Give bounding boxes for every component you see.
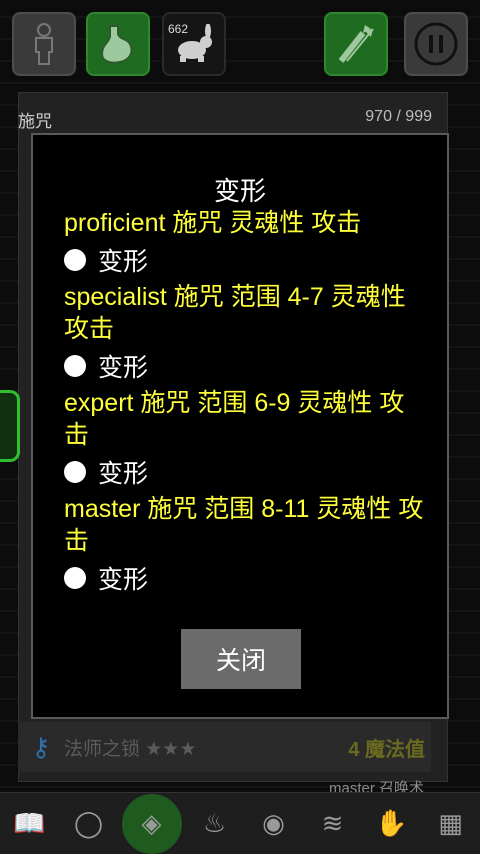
panel-count: 970 / 999 bbox=[365, 108, 432, 125]
hunger-button[interactable] bbox=[86, 12, 150, 76]
option-label: 变形 bbox=[98, 354, 149, 382]
radio-icon[interactable] bbox=[64, 567, 86, 589]
gloves-button[interactable]: ✋ bbox=[366, 798, 418, 850]
character-icon bbox=[35, 23, 53, 65]
close-button[interactable]: 关闭 bbox=[181, 629, 301, 689]
speed-count: 662 bbox=[168, 22, 189, 36]
quiver-icon bbox=[338, 25, 374, 63]
level-entry: proficient 施咒 灵魂性 攻击 变形 bbox=[64, 207, 424, 281]
haste-button[interactable]: 662 bbox=[162, 12, 226, 76]
pause-button[interactable] bbox=[404, 12, 468, 76]
eye-button[interactable]: ◉ bbox=[248, 798, 300, 850]
circle-icon: ◯ bbox=[73, 808, 104, 838]
level-description: expert 施咒 范围 6-9 灵魂性 攻击 bbox=[64, 389, 405, 449]
level-entry: expert 施咒 范围 6-9 灵魂性 攻击 变形 bbox=[64, 387, 424, 493]
spellbook-icon: 📖 bbox=[13, 808, 46, 838]
spell-dialog: 变形 proficient 施咒 灵魂性 攻击 变形 specialist 施咒… bbox=[31, 133, 449, 719]
stomach-icon bbox=[100, 25, 133, 64]
level-description: proficient 施咒 灵魂性 攻击 bbox=[64, 209, 362, 237]
quiver-button[interactable] bbox=[324, 12, 388, 76]
pause-icon bbox=[414, 22, 458, 66]
level-description: specialist 施咒 范围 4-7 灵魂性 攻击 bbox=[64, 283, 406, 343]
campfire-button[interactable]: ♨ bbox=[189, 798, 241, 850]
wave-icon: ≋ bbox=[321, 808, 344, 838]
spell-row[interactable]: ⚷ 法师之锁 ★★★ 4 魔法值 bbox=[18, 722, 431, 772]
bottom-toolbar: 📖 ◯ ◈ ♨ ◉ ≋ ✋ ▦ bbox=[0, 792, 480, 854]
level-entry: specialist 施咒 范围 4-7 灵魂性 攻击 变形 bbox=[64, 281, 424, 387]
spell-row-name: 法师之锁 ★★★ bbox=[64, 738, 197, 760]
map-button[interactable]: ▦ bbox=[425, 798, 477, 850]
option-label: 变形 bbox=[98, 460, 149, 488]
campfire-icon: ♨ bbox=[202, 808, 227, 838]
rune-icon: ◈ bbox=[141, 808, 162, 838]
gloves-icon: ✋ bbox=[375, 808, 408, 838]
spell-row-value: 4 魔法值 bbox=[348, 738, 425, 761]
eye-icon: ◉ bbox=[262, 808, 285, 838]
level-entry: master 施咒 范围 8-11 灵魂性 攻击 变形 bbox=[64, 493, 424, 599]
character-button[interactable] bbox=[12, 12, 76, 76]
radio-icon[interactable] bbox=[64, 461, 86, 483]
map-icon: ▦ bbox=[438, 808, 463, 838]
option-label: 变形 bbox=[98, 566, 149, 594]
panel-title: 施咒 bbox=[18, 112, 52, 131]
transform-option[interactable]: 变形 bbox=[64, 557, 424, 599]
transform-option[interactable]: 变形 bbox=[64, 451, 424, 493]
transform-option[interactable]: 变形 bbox=[64, 239, 424, 281]
rune-button[interactable]: ◈ bbox=[121, 793, 182, 854]
option-label: 变形 bbox=[98, 248, 149, 276]
side-handle[interactable] bbox=[0, 390, 20, 462]
spellbook-button[interactable]: 📖 bbox=[4, 798, 56, 850]
key-icon: ⚷ bbox=[31, 731, 51, 762]
radio-icon[interactable] bbox=[64, 355, 86, 377]
level-description: master 施咒 范围 8-11 灵魂性 攻击 bbox=[64, 495, 424, 555]
transform-option[interactable]: 变形 bbox=[64, 345, 424, 387]
spell-level-list: proficient 施咒 灵魂性 攻击 变形 specialist 施咒 范围… bbox=[64, 207, 424, 599]
radio-icon[interactable] bbox=[64, 249, 86, 271]
circle-button[interactable]: ◯ bbox=[63, 798, 115, 850]
wave-button[interactable]: ≋ bbox=[307, 798, 359, 850]
dialog-title: 变形 bbox=[213, 176, 266, 206]
